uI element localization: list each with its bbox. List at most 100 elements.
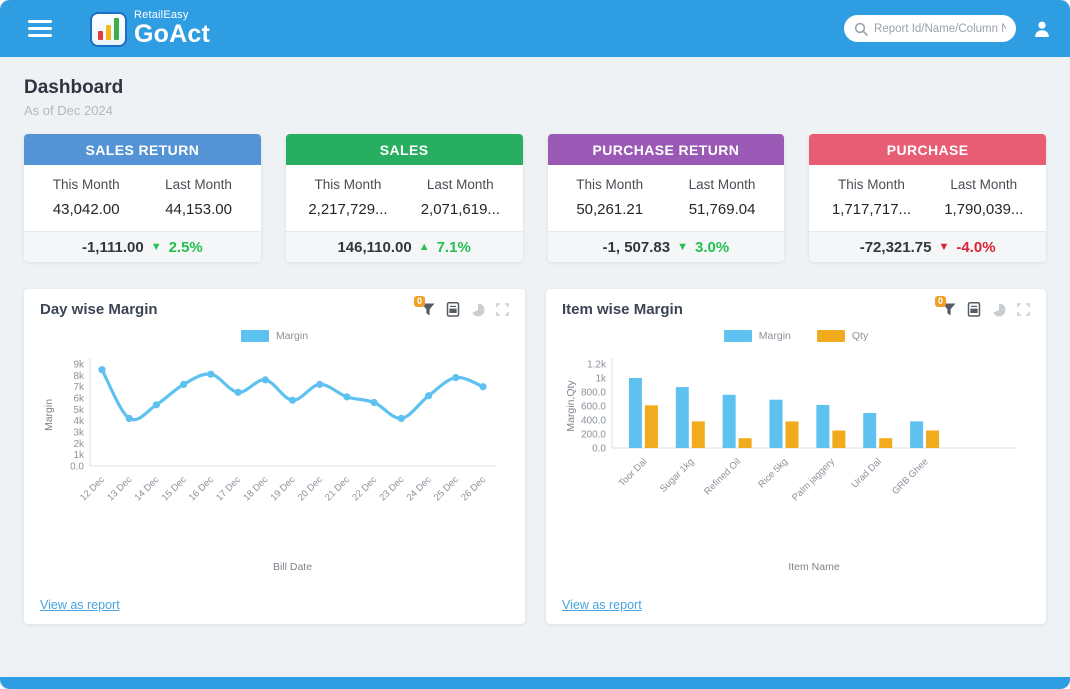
chart-canvas: 0.0200.0400.0600.0800.01k1.2kMargin,QtyT… xyxy=(562,346,1030,578)
chart-canvas: 0.01k2k3k4k5k6k7k8k9kMargin12 Dec13 Dec1… xyxy=(40,346,509,578)
last-month-label: Last Month xyxy=(404,177,516,192)
fullscreen-icon[interactable] xyxy=(496,303,509,316)
trend-down-icon: ▼ xyxy=(151,242,162,253)
pie-chart-icon[interactable] xyxy=(471,303,485,317)
svg-text:4k: 4k xyxy=(73,416,85,427)
svg-text:Margin: Margin xyxy=(43,399,55,431)
brand-name-main: GoAct xyxy=(134,22,210,47)
svg-text:15 Dec: 15 Dec xyxy=(160,474,189,503)
delta-value: -72,321.75 xyxy=(860,239,932,256)
kpi-card-sales: SALES This Month 2,217,729... Last Month… xyxy=(286,134,523,262)
svg-text:16 Dec: 16 Dec xyxy=(187,474,216,503)
legend-item[interactable]: Qty xyxy=(817,328,868,344)
bottom-accent-bar xyxy=(0,677,1070,689)
export-pdf-icon[interactable] xyxy=(446,302,460,317)
kpi-card-title: SALES xyxy=(286,134,523,165)
kpi-card-sales-return: SALES RETURN This Month 43,042.00 Last M… xyxy=(24,134,261,262)
fullscreen-icon[interactable] xyxy=(1017,303,1030,316)
svg-text:21 Dec: 21 Dec xyxy=(323,474,352,503)
legend-swatch xyxy=(817,330,845,342)
last-month-label: Last Month xyxy=(142,177,254,192)
this-month-value: 2,217,729... xyxy=(292,201,404,218)
filter-icon[interactable]: 0 xyxy=(421,303,435,316)
this-month-value: 50,261.21 xyxy=(554,201,666,218)
filter-count-badge: 0 xyxy=(414,296,425,307)
svg-text:Urad Dal: Urad Dal xyxy=(850,456,884,490)
this-month-value: 1,717,717... xyxy=(815,201,927,218)
bar-chart-logo-icon xyxy=(90,12,127,47)
page-subtitle: As of Dec 2024 xyxy=(24,103,1046,118)
kpi-card-title: SALES RETURN xyxy=(24,134,261,165)
pie-chart-icon[interactable] xyxy=(992,303,1006,317)
svg-text:12 Dec: 12 Dec xyxy=(78,474,107,503)
trend-up-icon: ▲ xyxy=(419,242,430,253)
day-wise-margin-chart[interactable]: 0.01k2k3k4k5k6k7k8k9kMargin12 Dec13 Dec1… xyxy=(40,346,509,596)
this-month-label: This Month xyxy=(815,177,927,192)
last-month-value: 2,071,619... xyxy=(404,201,516,218)
legend-label: Qty xyxy=(852,330,868,342)
svg-text:Bill Date: Bill Date xyxy=(273,561,312,573)
view-as-report-link[interactable]: View as report xyxy=(40,598,120,612)
svg-text:0.0: 0.0 xyxy=(592,444,606,455)
search-icon xyxy=(854,22,868,36)
svg-text:17 Dec: 17 Dec xyxy=(214,474,243,503)
delta-percent: 3.0% xyxy=(695,239,729,256)
svg-text:1.2k: 1.2k xyxy=(587,360,607,371)
view-as-report-link[interactable]: View as report xyxy=(562,598,642,612)
last-month-label: Last Month xyxy=(928,177,1040,192)
chart-legend: Margin xyxy=(40,328,509,344)
svg-text:13 Dec: 13 Dec xyxy=(105,474,134,503)
legend-swatch xyxy=(724,330,752,342)
kpi-card-title: PURCHASE RETURN xyxy=(548,134,785,165)
svg-text:400.0: 400.0 xyxy=(581,416,606,427)
item-wise-margin-chart[interactable]: 0.0200.0400.0600.0800.01k1.2kMargin,QtyT… xyxy=(562,346,1030,596)
delta-percent: -4.0% xyxy=(956,239,995,256)
svg-text:14 Dec: 14 Dec xyxy=(132,474,161,503)
svg-text:Item Name: Item Name xyxy=(788,561,840,573)
svg-text:600.0: 600.0 xyxy=(581,402,606,413)
kpi-card-title: PURCHASE xyxy=(809,134,1046,165)
svg-text:3k: 3k xyxy=(73,428,85,439)
legend-item[interactable]: Margin xyxy=(241,328,308,344)
hamburger-menu-icon[interactable] xyxy=(28,16,52,41)
this-month-label: This Month xyxy=(554,177,666,192)
panel-day-wise-margin: Day wise Margin 0 xyxy=(24,289,525,624)
chart-legend: Margin Qty xyxy=(562,328,1030,344)
delta-value: -1,111.00 xyxy=(82,239,144,256)
panel-item-wise-margin: Item wise Margin 0 xyxy=(546,289,1046,624)
kpi-card-purchase: PURCHASE This Month 1,717,717... Last Mo… xyxy=(809,134,1046,262)
app-window: RetailEasy GoAct xyxy=(0,0,1070,689)
legend-item[interactable]: Margin xyxy=(724,328,791,344)
svg-text:25 Dec: 25 Dec xyxy=(432,474,461,503)
kpi-card-purchase-return: PURCHASE RETURN This Month 50,261.21 Las… xyxy=(548,134,785,262)
svg-text:22 Dec: 22 Dec xyxy=(350,474,379,503)
panel-title: Day wise Margin xyxy=(40,301,158,318)
user-profile-icon[interactable] xyxy=(1032,19,1052,39)
filter-icon[interactable]: 0 xyxy=(942,303,956,316)
chart-panels-row: Day wise Margin 0 xyxy=(24,289,1046,624)
svg-text:19 Dec: 19 Dec xyxy=(269,474,298,503)
delta-value: -1, 507.83 xyxy=(603,239,671,256)
svg-text:Margin,Qty: Margin,Qty xyxy=(565,380,577,432)
svg-text:Palm jaggery: Palm jaggery xyxy=(790,456,837,503)
svg-text:8k: 8k xyxy=(73,371,85,382)
svg-text:6k: 6k xyxy=(73,394,85,405)
svg-text:2k: 2k xyxy=(73,439,85,450)
trend-down-icon: ▼ xyxy=(677,242,688,253)
global-search[interactable] xyxy=(844,15,1016,42)
svg-text:26 Dec: 26 Dec xyxy=(459,474,488,503)
last-month-value: 44,153.00 xyxy=(142,201,254,218)
delta-value: 146,110.00 xyxy=(337,239,411,256)
panel-title: Item wise Margin xyxy=(562,301,683,318)
top-navigation-bar: RetailEasy GoAct xyxy=(0,0,1070,57)
export-pdf-icon[interactable] xyxy=(967,302,981,317)
search-input[interactable] xyxy=(874,23,1006,35)
filter-count-badge: 0 xyxy=(935,296,946,307)
last-month-value: 51,769.04 xyxy=(666,201,778,218)
delta-percent: 7.1% xyxy=(437,239,471,256)
svg-text:200.0: 200.0 xyxy=(581,430,606,441)
delta-percent: 2.5% xyxy=(169,239,203,256)
svg-text:Refined Oil: Refined Oil xyxy=(702,456,743,497)
legend-swatch xyxy=(241,330,269,342)
svg-text:23 Dec: 23 Dec xyxy=(377,474,406,503)
